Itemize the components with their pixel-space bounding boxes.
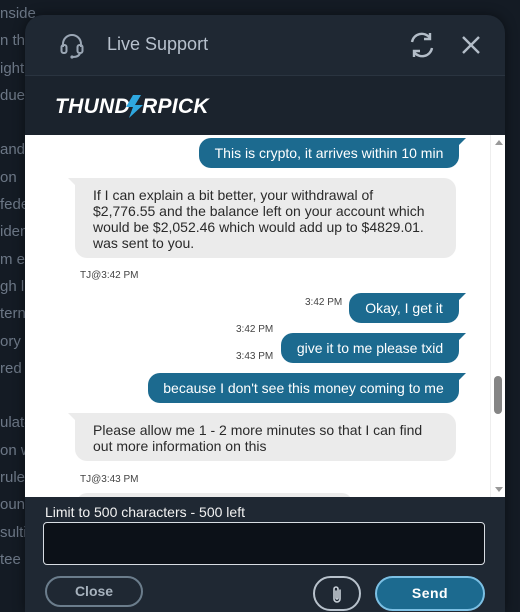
- user-message: because I don't see this money coming to…: [148, 373, 466, 403]
- close-button[interactable]: Close: [45, 576, 143, 607]
- message-text: Please allow me 1 - 2 more minutes so th…: [93, 422, 423, 454]
- agent-message-partial: [77, 493, 352, 497]
- user-message: Okay, I get it: [349, 293, 466, 323]
- agent-message: Please allow me 1 - 2 more minutes so th…: [68, 413, 456, 461]
- live-support-widget: Live Support THUND RPICK This is crypto,…: [25, 15, 505, 612]
- agent-timestamp: TJ@3:43 PM: [80, 474, 139, 485]
- message-time: 3:42 PM: [236, 324, 274, 335]
- message-time: 3:42 PM: [305, 297, 343, 308]
- send-button[interactable]: Send: [375, 576, 485, 611]
- refresh-icon[interactable]: [408, 31, 436, 59]
- thunderpick-logo: THUND RPICK: [55, 95, 210, 118]
- chat-transcript: This is crypto, it arrives within 10 min…: [25, 135, 490, 497]
- brand-bar: THUND RPICK: [25, 75, 505, 136]
- paperclip-icon: [333, 586, 341, 603]
- agent-message: If I can explain a bit better, your with…: [68, 178, 456, 258]
- message-text: give it to me please txid: [296, 340, 444, 356]
- message-text: because I don't see this money coming to…: [163, 380, 444, 396]
- user-message: give it to me please txid: [281, 333, 466, 363]
- message-input[interactable]: [43, 522, 485, 565]
- svg-text:RPICK: RPICK: [142, 95, 210, 118]
- close-icon[interactable]: [460, 34, 482, 56]
- svg-text:THUND: THUND: [55, 95, 130, 118]
- widget-header: Live Support: [25, 15, 505, 75]
- user-message: This is crypto, it arrives within 10 min: [199, 138, 466, 168]
- character-limit-text: Limit to 500 characters - 500 left: [45, 504, 245, 520]
- chat-scrollbar[interactable]: [490, 135, 505, 497]
- headset-icon: [60, 34, 84, 59]
- scrollbar-thumb[interactable]: [494, 376, 502, 414]
- attach-button[interactable]: [313, 576, 361, 611]
- message-text: If I can explain a bit better, your with…: [93, 187, 425, 251]
- message-text: Okay, I get it: [365, 300, 443, 316]
- scroll-up-arrow-icon[interactable]: [495, 140, 503, 145]
- agent-timestamp: TJ@3:42 PM: [80, 270, 139, 281]
- message-time: 3:43 PM: [236, 351, 274, 362]
- scroll-down-arrow-icon[interactable]: [495, 487, 503, 492]
- header-title: Live Support: [107, 34, 209, 54]
- message-text: This is crypto, it arrives within 10 min: [214, 145, 444, 161]
